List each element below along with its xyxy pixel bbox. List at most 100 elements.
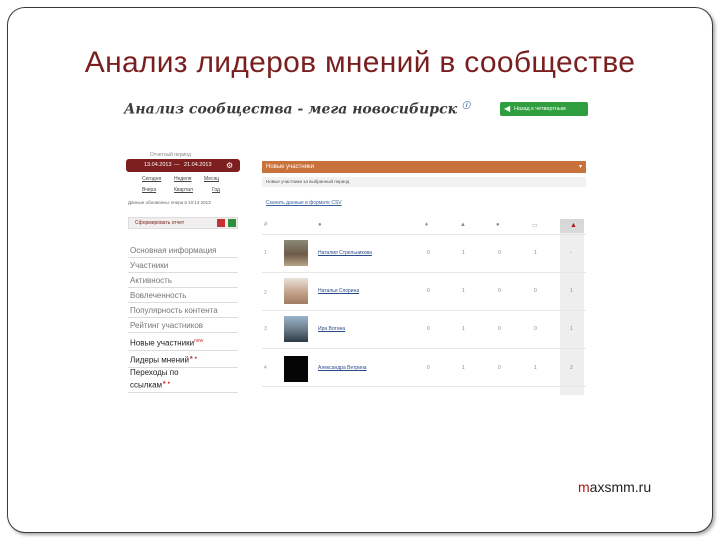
side-item-members[interactable]: Участники — [128, 260, 238, 273]
brand-accent: m — [578, 479, 590, 495]
filter-note: Новые участники за выбранный период — [262, 177, 586, 187]
cell-value: - — [570, 250, 572, 256]
star-icon: ★ ▸ — [188, 355, 198, 361]
user-name-link[interactable]: Ира Вотина — [318, 326, 345, 332]
user-name-link[interactable]: Наталья Спорина — [318, 288, 359, 294]
period-link-quarter[interactable]: Квартал — [174, 187, 193, 193]
side-item-label: Основная информация — [130, 246, 217, 255]
side-item-label: Лидеры мнений — [130, 355, 189, 365]
side-item-opinion-leaders[interactable]: Лидеры мнений★ ▸ — [128, 352, 238, 368]
period-label: Отчетный период — [150, 152, 191, 158]
row-number: 3 — [264, 326, 267, 332]
back-button[interactable]: ◀ Назад к четвертным — [500, 102, 588, 116]
report-title-text: Анализ сообщества - мега новосибирск — [124, 101, 458, 118]
export-label: Сформировать отчет — [135, 220, 185, 226]
comment-icon[interactable]: ● — [496, 222, 500, 228]
side-item-label: Активность — [130, 276, 173, 285]
date-separator: — — [174, 162, 180, 168]
side-item-label: Вовлеченность — [130, 291, 187, 300]
collapse-toggle[interactable]: ▾ — [579, 161, 582, 173]
cell-value: 0 — [427, 326, 430, 332]
cell-value: 1 — [534, 250, 537, 256]
side-item-main-info[interactable]: Основная информация — [128, 245, 238, 258]
export-report-button[interactable]: Сформировать отчет — [128, 217, 238, 229]
report-title: Анализ сообщества - мега новосибирск ⓘ — [124, 100, 470, 118]
post-icon[interactable]: ▭ — [532, 222, 538, 229]
row-number: 4 — [264, 365, 267, 371]
side-item-label: Переходы по — [130, 368, 179, 377]
footer-brand: maxsmm.ru — [578, 479, 651, 495]
avatar[interactable] — [284, 356, 308, 382]
date-from[interactable]: 13.04.2013 — [144, 159, 172, 172]
period-link-week[interactable]: Неделя — [174, 176, 191, 182]
side-item-link-clicks-2[interactable]: ссылкам★ ▸ — [128, 377, 238, 393]
side-item-engagement[interactable]: Вовлеченность — [128, 290, 238, 303]
info-icon: ⓘ — [461, 100, 470, 110]
avatar[interactable] — [284, 278, 308, 304]
like-icon[interactable]: ♦ — [425, 222, 428, 228]
cell-value: 0 — [498, 250, 501, 256]
cell-value: 0 — [498, 365, 501, 371]
report-header: Анализ сообщества - мега новосибирск ⓘ ◀… — [122, 97, 590, 121]
user-name-link[interactable]: Александра Ветрина — [318, 365, 367, 371]
period-link-month[interactable]: Месяц — [204, 176, 219, 182]
active-sort-icon[interactable]: ▲ — [570, 222, 577, 229]
avatar[interactable] — [284, 240, 308, 266]
rank-column-header: # — [264, 222, 268, 228]
cell-value: 0 — [498, 326, 501, 332]
new-badge: new — [194, 338, 204, 344]
pdf-icon[interactable] — [217, 219, 225, 227]
cell-value: 1 — [570, 326, 573, 332]
user-icon[interactable]: ● — [318, 222, 322, 228]
cell-value: 0 — [534, 288, 537, 294]
row-divider — [262, 272, 586, 273]
star-icon: ★ ▸ — [162, 380, 171, 386]
side-item-label: Новые участники — [130, 338, 195, 348]
cell-value: 1 — [534, 365, 537, 371]
arrow-left-icon: ◀ — [504, 104, 511, 113]
section-header: Новые участники ▾ — [262, 161, 586, 173]
side-item-activity[interactable]: Активность — [128, 275, 238, 288]
date-range-picker[interactable]: 13.04.2013 — 21.04.2013 ⚙ — [126, 159, 240, 172]
section-title: Новые участники — [266, 164, 315, 170]
repost-icon[interactable]: ▲ — [460, 222, 466, 228]
period-link-year[interactable]: Год — [212, 187, 220, 193]
download-csv-link[interactable]: Скачать данные в формате CSV — [266, 200, 342, 206]
side-item-label: ссылкам — [130, 380, 163, 390]
row-number: 1 — [264, 250, 267, 256]
date-to[interactable]: 21.04.2013 — [184, 159, 212, 172]
cell-value: 2 — [570, 365, 573, 371]
user-name-link[interactable]: Наталия Стрельникова — [318, 250, 372, 256]
cell-value: 0 — [498, 288, 501, 294]
side-item-new-members[interactable]: Новые участникиnew — [128, 335, 238, 351]
updated-note: Данные обновлены: вчера в 10:13 2013 — [128, 200, 211, 205]
cell-value: 0 — [427, 250, 430, 256]
cell-value: 0 — [427, 365, 430, 371]
side-item-member-rating[interactable]: Рейтинг участников — [128, 320, 238, 333]
side-item-content-popularity[interactable]: Популярность контента — [128, 305, 238, 318]
report-screenshot: Анализ сообщества - мега новосибирск ⓘ ◀… — [122, 97, 590, 395]
cell-value: 0 — [427, 288, 430, 294]
cell-value: 1 — [462, 288, 465, 294]
cell-value: 1 — [462, 365, 465, 371]
side-item-label: Рейтинг участников — [130, 321, 204, 330]
side-item-label: Участники — [130, 261, 169, 270]
brand-rest: axsmm.ru — [589, 479, 652, 495]
back-button-label: Назад к четвертным — [514, 106, 566, 112]
row-number: 2 — [264, 290, 267, 296]
cell-value: 1 — [570, 288, 573, 294]
slide-title: Анализ лидеров мнений в сообществе — [84, 46, 636, 79]
calendar-icon[interactable]: ⚙ — [226, 159, 233, 172]
excel-icon[interactable] — [228, 219, 236, 227]
cell-value: 0 — [534, 326, 537, 332]
avatar[interactable] — [284, 316, 308, 342]
cell-value: 1 — [462, 250, 465, 256]
row-divider — [262, 348, 586, 349]
side-item-label: Популярность контента — [130, 306, 218, 315]
period-link-today[interactable]: Сегодня — [142, 176, 161, 182]
cell-value: 1 — [462, 326, 465, 332]
period-link-yesterday[interactable]: Вчера — [142, 187, 156, 193]
row-divider — [262, 310, 586, 311]
row-divider — [262, 234, 586, 235]
row-divider — [262, 386, 586, 387]
